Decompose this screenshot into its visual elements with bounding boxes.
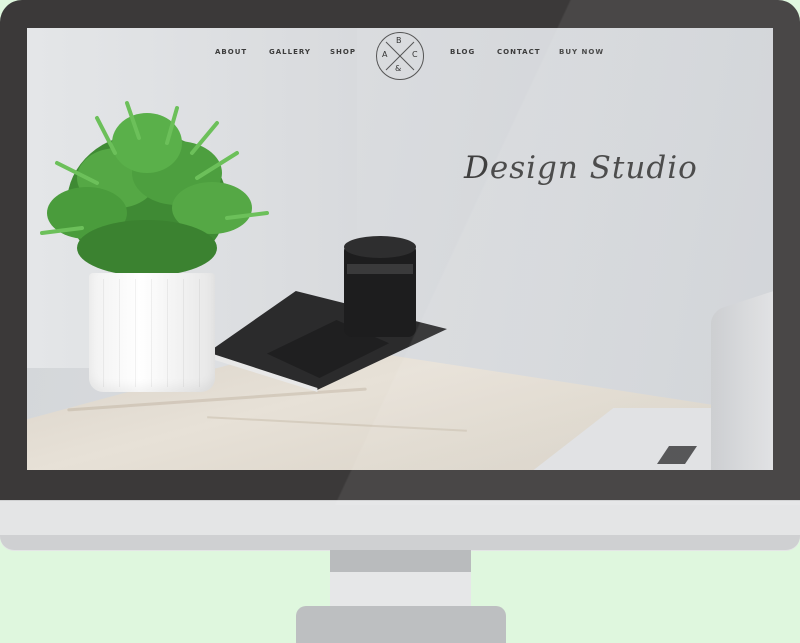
laptop-lid bbox=[711, 288, 773, 470]
plant-leaves-image bbox=[40, 101, 269, 276]
hero-title: Design Studio bbox=[464, 150, 698, 186]
monitor-stand-base bbox=[296, 606, 506, 643]
nav-link-about[interactable]: ABOUT bbox=[215, 48, 247, 56]
logo-letter-top: B bbox=[396, 36, 402, 45]
logo-letter-right: C bbox=[412, 50, 418, 59]
nav-link-shop[interactable]: SHOP bbox=[330, 48, 356, 56]
camera-lens-top bbox=[344, 236, 416, 258]
plant-pot-image bbox=[89, 273, 215, 392]
website-screen: ABOUT GALLERY SHOP B A C & BLOG CONTACT … bbox=[27, 28, 773, 470]
nav-link-blog[interactable]: BLOG bbox=[450, 48, 475, 56]
monitor-chin-shadow bbox=[0, 535, 800, 550]
nav-link-gallery[interactable]: GALLERY bbox=[269, 48, 311, 56]
monitor-stand-shadow bbox=[330, 550, 471, 572]
camera-lens-ring bbox=[347, 264, 413, 274]
brand-logo[interactable]: B A C & bbox=[376, 32, 424, 80]
nav-link-contact[interactable]: CONTACT bbox=[497, 48, 541, 56]
logo-letter-bottom: & bbox=[395, 64, 402, 73]
nav-link-buy-now[interactable]: BUY NOW bbox=[559, 48, 604, 56]
logo-letter-left: A bbox=[382, 50, 388, 59]
